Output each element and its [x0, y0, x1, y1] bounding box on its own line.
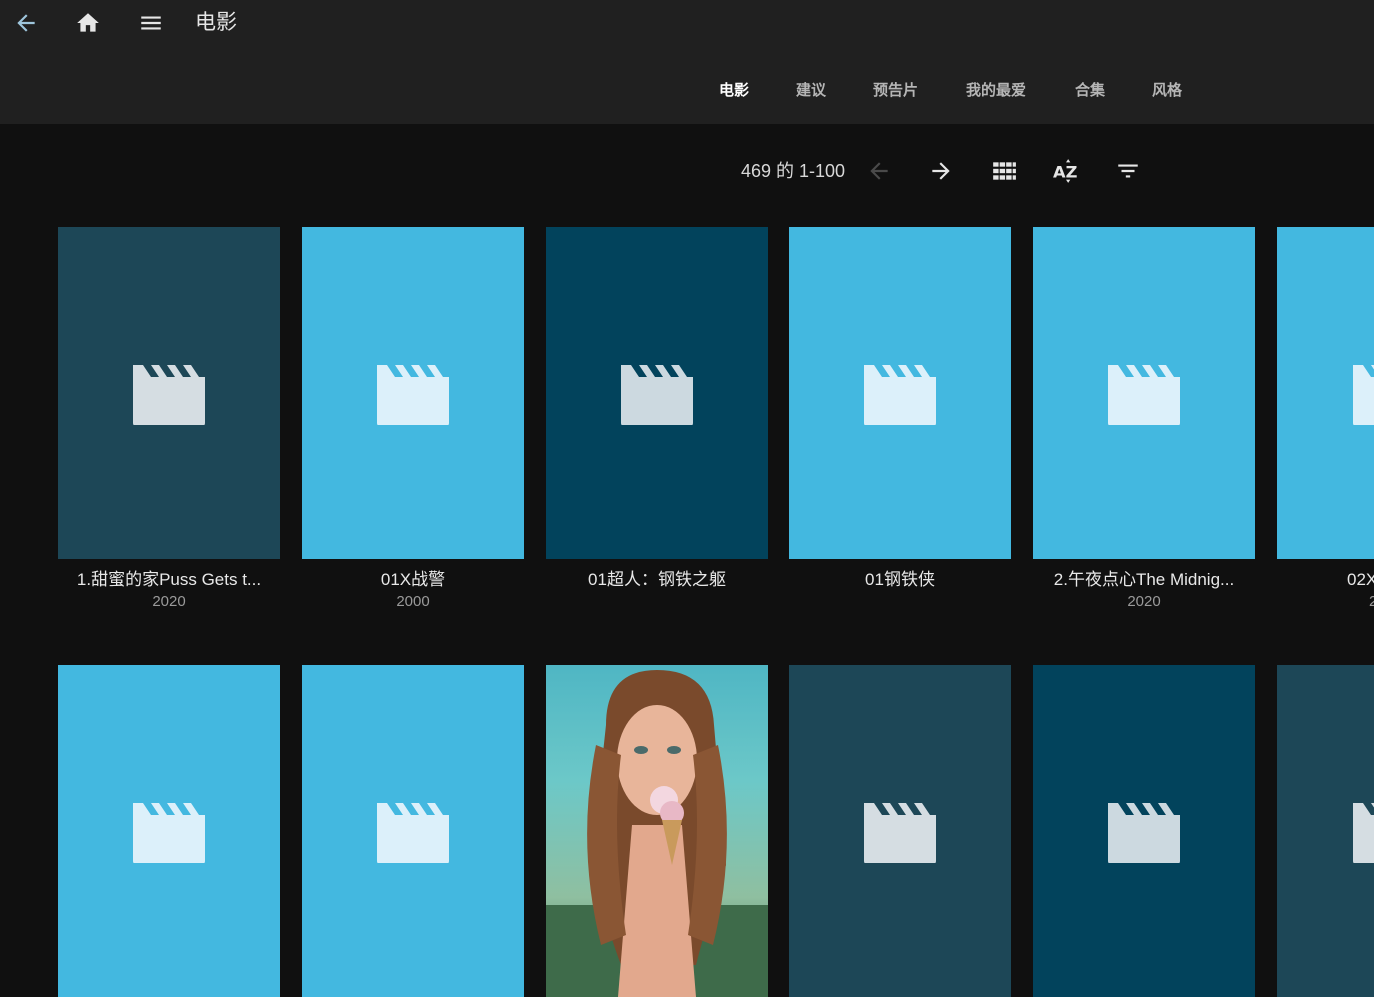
tab-trailers[interactable]: 预告片	[873, 78, 918, 104]
movie-poster[interactable]	[1277, 227, 1374, 559]
movie-poster[interactable]	[58, 227, 280, 559]
clapperboard-icon	[133, 803, 205, 863]
movie-card[interactable]	[1277, 665, 1374, 997]
grid-view-icon	[993, 162, 1016, 180]
menu-button[interactable]	[134, 6, 168, 40]
back-button[interactable]	[9, 6, 43, 40]
tab-collections[interactable]: 合集	[1075, 78, 1105, 104]
clapperboard-icon	[1353, 803, 1374, 863]
tab-favorites[interactable]: 我的最爱	[966, 78, 1026, 104]
sort-az-icon: AZ	[1053, 159, 1078, 183]
movie-card[interactable]	[789, 665, 1011, 997]
app-header: 电影 电影 建议 预告片 我的最爱 合集 风格	[0, 0, 1374, 124]
previous-page-button[interactable]	[863, 155, 895, 187]
movie-card[interactable]	[58, 665, 280, 997]
clapperboard-icon	[1108, 365, 1180, 425]
sort-button[interactable]: AZ	[1050, 155, 1082, 187]
filter-button[interactable]	[1112, 155, 1144, 187]
movie-poster[interactable]	[789, 227, 1011, 559]
movie-card[interactable]	[302, 665, 524, 997]
clapperboard-icon	[377, 365, 449, 425]
movie-year: 2020	[152, 593, 186, 610]
movie-poster[interactable]	[1033, 665, 1255, 997]
clapperboard-icon	[1108, 803, 1180, 863]
movie-poster[interactable]	[302, 227, 524, 559]
movie-card[interactable]: 01超人：钢铁之躯	[546, 227, 768, 591]
poster-image	[546, 665, 768, 997]
movie-year: 2	[1369, 593, 1374, 610]
movie-title[interactable]: 1.甜蜜的家Puss Gets t...	[58, 569, 280, 591]
back-arrow-icon	[17, 14, 35, 32]
clapperboard-icon	[133, 365, 205, 425]
page-title: 电影	[195, 11, 237, 34]
movie-title[interactable]: 2.午夜点心The Midnig...	[1033, 569, 1255, 591]
movie-year: 2020	[1127, 593, 1161, 610]
movie-title[interactable]: 01钢铁侠	[789, 569, 1011, 591]
tab-suggestions[interactable]: 建议	[796, 78, 826, 104]
movie-poster[interactable]	[1033, 227, 1255, 559]
movie-title[interactable]: 01X战警	[302, 569, 524, 591]
next-page-button[interactable]	[925, 155, 957, 187]
movie-year: 2000	[396, 593, 430, 610]
movie-card[interactable]	[1033, 665, 1255, 997]
movie-card[interactable]: 02X 2	[1277, 227, 1374, 613]
tab-movies[interactable]: 电影	[719, 78, 749, 104]
movie-title[interactable]: 02X	[1277, 569, 1374, 591]
movie-poster[interactable]	[302, 665, 524, 997]
clapperboard-icon	[1353, 365, 1374, 425]
pagination-count: 469 的 1-100	[741, 161, 846, 181]
movie-card[interactable]: 2.午夜点心The Midnig... 2020	[1033, 227, 1255, 613]
movie-card[interactable]: 01钢铁侠	[789, 227, 1011, 591]
clapperboard-icon	[864, 803, 936, 863]
movie-card[interactable]: 01X战警 2000	[302, 227, 524, 613]
movie-poster[interactable]	[789, 665, 1011, 997]
clapperboard-icon	[864, 365, 936, 425]
view-mode-button[interactable]	[988, 155, 1020, 187]
movie-poster[interactable]	[546, 227, 768, 559]
clapperboard-icon	[621, 365, 693, 425]
movie-card[interactable]: 1.甜蜜的家Puss Gets t... 2020	[58, 227, 280, 613]
home-icon	[77, 13, 99, 32]
home-button[interactable]	[71, 6, 105, 40]
movie-poster[interactable]	[58, 665, 280, 997]
tab-genres[interactable]: 风格	[1152, 78, 1182, 104]
arrow-right-icon	[932, 162, 950, 180]
filter-icon	[1118, 164, 1138, 178]
svg-text:AZ: AZ	[1053, 163, 1078, 182]
clapperboard-icon	[377, 803, 449, 863]
hamburger-menu-icon	[141, 16, 161, 30]
movie-poster[interactable]	[1277, 665, 1374, 997]
portrait-illustration	[546, 670, 768, 997]
movie-title[interactable]: 01超人：钢铁之躯	[546, 569, 768, 591]
movie-card[interactable]	[546, 665, 768, 997]
movie-poster[interactable]	[546, 665, 768, 997]
arrow-left-icon	[870, 162, 888, 180]
